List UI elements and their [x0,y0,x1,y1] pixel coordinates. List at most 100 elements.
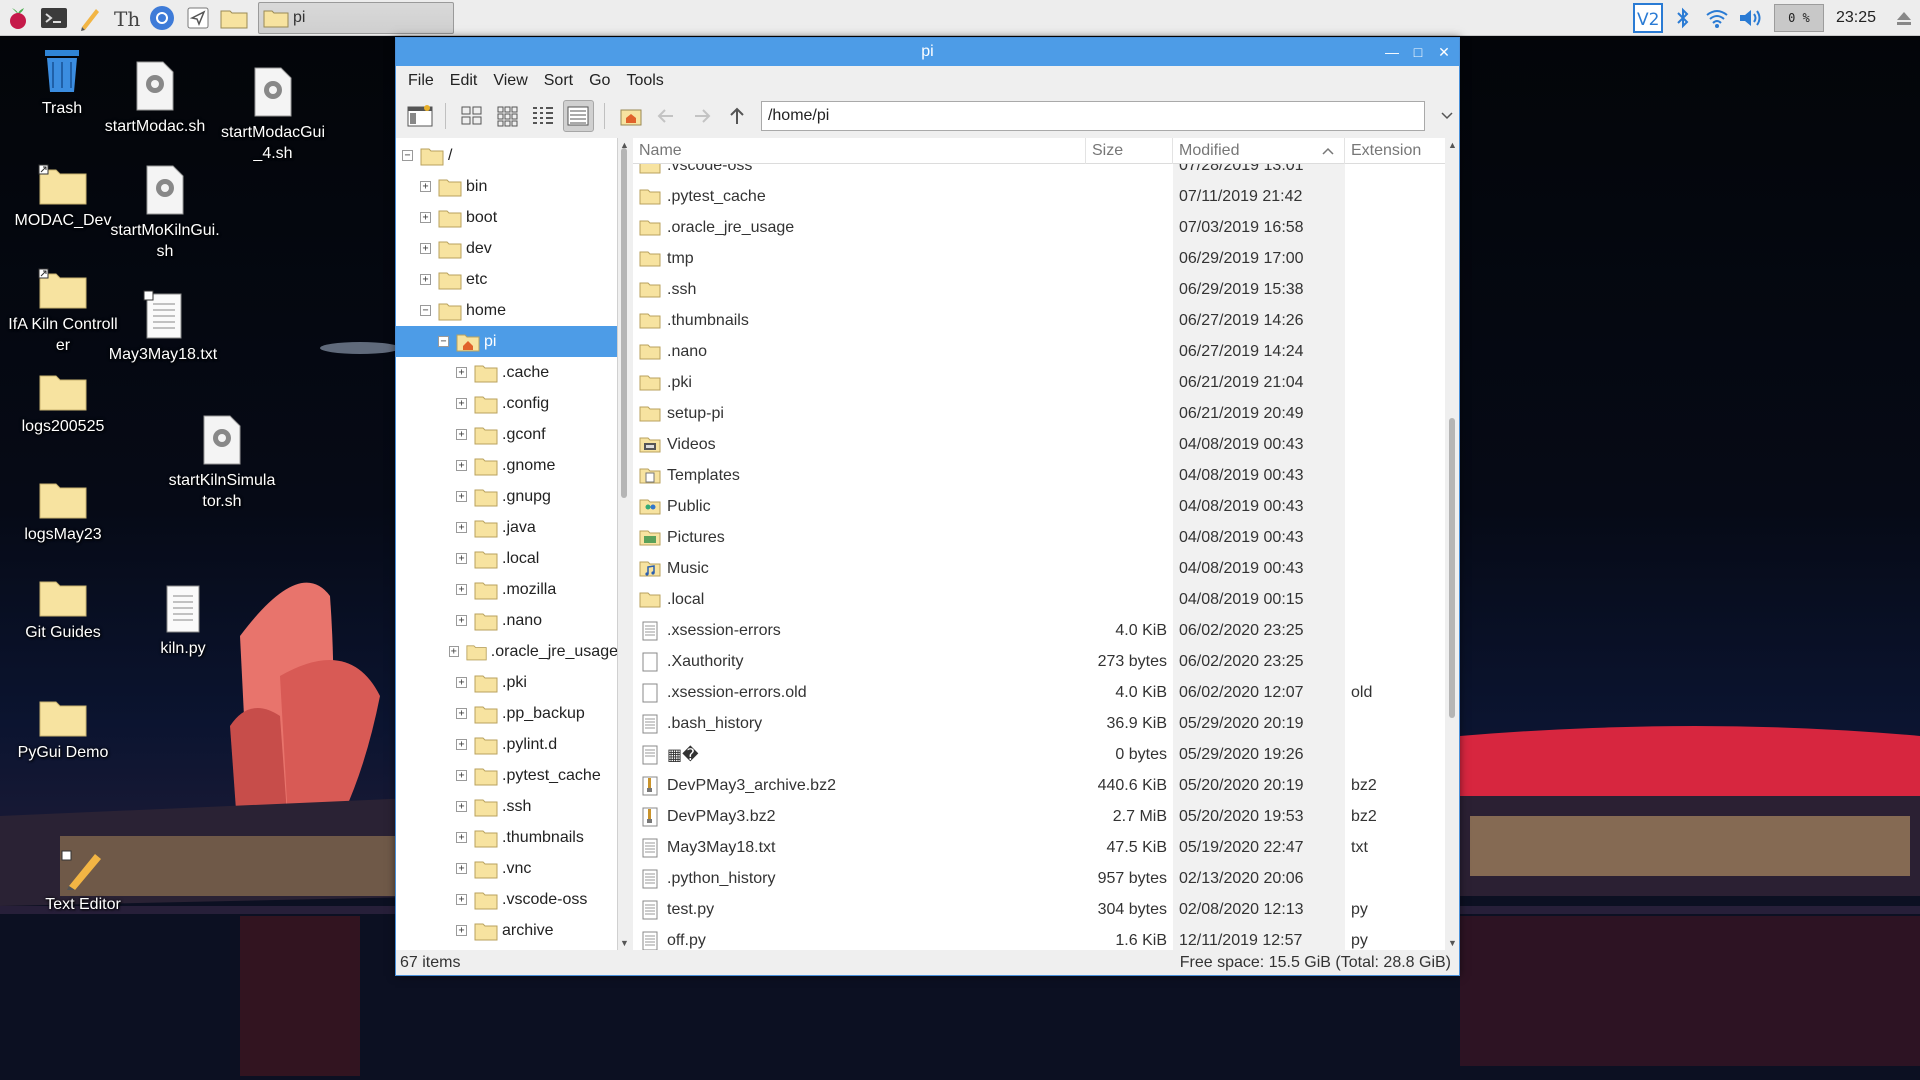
file-list-body[interactable]: .vscode-oss 07/28/2019 13:01 .pytest_cache… [633,164,1445,950]
file-row[interactable]: May3May18.txt 47.5 KiB 05/19/2020 22:47 txt [633,832,1445,863]
file-manager-launcher-icon[interactable] [216,0,252,36]
file-row[interactable]: Public 04/08/2019 00:43 [633,491,1445,522]
file-row[interactable]: .oracle_jre_usage 07/03/2019 16:58 [633,212,1445,243]
tree-item[interactable]: + bin [396,171,617,202]
expand-icon[interactable]: + [456,553,467,564]
terminal-launcher-icon[interactable] [36,0,72,36]
desktop-icon-git-guides[interactable]: Git Guides [8,576,118,643]
file-row[interactable]: .xsession-errors.old 4.0 KiB 06/02/2020 12… [633,677,1445,708]
expand-icon[interactable]: + [448,646,459,657]
chromium-launcher-icon[interactable] [144,0,180,36]
scroll-up-arrow-icon[interactable]: ▲ [1448,140,1457,150]
expand-icon[interactable]: + [456,832,467,843]
menu-go[interactable]: Go [583,70,616,92]
column-header-extension[interactable]: Extension [1345,138,1445,164]
home-button[interactable] [615,100,646,132]
tree-item[interactable]: + .pp_backup [396,698,617,729]
file-row[interactable]: .Xauthority 273 bytes 06/02/2020 23:25 [633,646,1445,677]
expand-icon[interactable]: + [420,212,431,223]
menu-view[interactable]: View [487,70,533,92]
tree-item[interactable]: + .cache [396,357,617,388]
column-header-size[interactable]: Size [1086,138,1173,164]
close-icon[interactable]: ✕ [1435,43,1453,61]
scroll-down-arrow-icon[interactable]: ▼ [1448,938,1457,948]
tree-item[interactable]: + .config [396,388,617,419]
tree-item[interactable]: + .gconf [396,419,617,450]
tree-scrollbar[interactable]: ▲ ▼ [618,138,630,950]
path-history-dropdown[interactable] [1435,101,1459,131]
file-list-scrollbar[interactable]: ▲ ▼ [1445,138,1459,950]
vnc-icon[interactable]: V2 [1630,0,1666,36]
wifi-icon[interactable] [1700,0,1734,36]
icon-view-button[interactable] [456,100,487,132]
maximize-icon[interactable]: □ [1409,43,1427,61]
desktop-icon-pygui-demo[interactable]: PyGui Demo [8,696,118,763]
file-row[interactable]: off.py 1.6 KiB 12/11/2019 12:57 py [633,925,1445,950]
file-row[interactable]: DevPMay3_archive.bz2 440.6 KiB 05/20/2020 … [633,770,1445,801]
expand-icon[interactable]: + [456,429,467,440]
desktop-icon-may3may18-txt[interactable]: May3May18.txt [108,290,218,365]
tree-item[interactable]: + .gnupg [396,481,617,512]
file-row[interactable]: Videos 04/08/2019 00:43 [633,429,1445,460]
file-row[interactable]: Music 04/08/2019 00:43 [633,553,1445,584]
tree-item[interactable]: + .pylint.d [396,729,617,760]
tree-item[interactable]: + .vnc [396,853,617,884]
tree-item[interactable]: + .local [396,543,617,574]
expand-icon[interactable]: + [456,398,467,409]
tree-item[interactable]: + .pytest_cache [396,760,617,791]
menu-edit[interactable]: Edit [444,70,484,92]
expand-icon[interactable]: + [456,460,467,471]
file-row[interactable]: test.py 304 bytes 02/08/2020 12:13 py [633,894,1445,925]
expand-icon[interactable]: + [420,274,431,285]
tree-item[interactable]: + boot [396,202,617,233]
send-launcher-icon[interactable] [180,0,216,36]
tree-item[interactable]: + archive [396,915,617,946]
up-button[interactable] [722,100,753,132]
column-header-modified[interactable]: Modified [1173,138,1345,164]
desktop-icon-logsmay23[interactable]: logsMay23 [8,478,118,545]
expand-icon[interactable]: + [456,615,467,626]
tree-item[interactable]: + .gnome [396,450,617,481]
clock[interactable]: 23:25 [1830,9,1888,27]
expand-icon[interactable]: + [456,584,467,595]
file-row[interactable]: ▦� 0 bytes 05/29/2020 19:26 [633,739,1445,770]
menu-sort[interactable]: Sort [538,70,579,92]
tree-item[interactable]: + .oracle_jre_usage [396,636,617,667]
desktop-icon-startmodacgui[interactable]: startModacGui_4.sh [218,66,328,164]
collapse-icon[interactable]: − [420,305,431,316]
column-header-name[interactable]: Name [633,138,1086,164]
expand-icon[interactable]: + [456,770,467,781]
expand-icon[interactable]: + [456,522,467,533]
cpu-monitor[interactable]: 0 % [1773,4,1824,32]
desktop-icon-text-editor[interactable]: Text Editor [28,850,138,915]
expand-icon[interactable]: + [456,677,467,688]
file-row[interactable]: Templates 04/08/2019 00:43 [633,460,1445,491]
scroll-thumb[interactable] [621,148,627,498]
file-row[interactable]: .vscode-oss 07/28/2019 13:01 [633,164,1445,181]
menu-file[interactable]: File [402,70,440,92]
text-editor-launcher-icon[interactable] [72,0,108,36]
tree-item[interactable]: + .ssh [396,791,617,822]
file-row[interactable]: .pytest_cache 07/11/2019 21:42 [633,181,1445,212]
file-row[interactable]: .ssh 06/29/2019 15:38 [633,274,1445,305]
raspberry-menu-button[interactable] [0,0,36,36]
tree-item[interactable]: + .vscode-oss [396,884,617,915]
expand-icon[interactable]: + [456,708,467,719]
window-titlebar[interactable]: pi — □ ✕ [396,38,1459,66]
desktop-icon-modac-dev[interactable]: MODAC_Dev [8,164,118,231]
bluetooth-icon[interactable] [1666,0,1700,36]
file-row[interactable]: .local 04/08/2019 00:15 [633,584,1445,615]
file-row[interactable]: tmp 06/29/2019 17:00 [633,243,1445,274]
desktop-icon-kiln-py[interactable]: kiln.py [128,584,238,659]
desktop-icon-logs200525[interactable]: logs200525 [8,370,118,437]
tree-item[interactable]: + .thumbnails [396,822,617,853]
tree-item[interactable]: + .mozilla [396,574,617,605]
desktop-icon-startmodac[interactable]: startModac.sh [100,60,210,137]
tree-item[interactable]: + .pki [396,667,617,698]
tree-item[interactable]: + dev [396,233,617,264]
expand-icon[interactable]: + [420,181,431,192]
expand-icon[interactable]: + [456,863,467,874]
desktop-icon-startkilnsimulator[interactable]: startKilnSimulator.sh [167,414,277,512]
tree-item[interactable]: + .java [396,512,617,543]
expand-icon[interactable]: + [456,894,467,905]
